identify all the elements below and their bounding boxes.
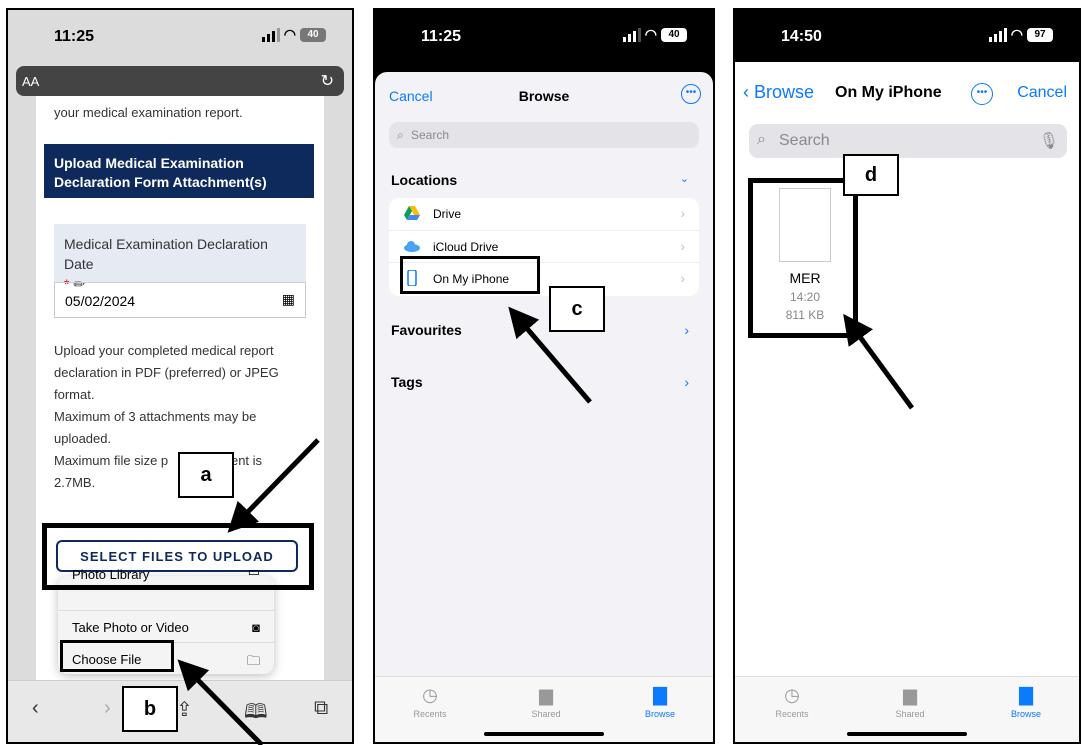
battery-icon: 40 (300, 27, 326, 42)
search-placeholder: Search (411, 128, 450, 142)
battery-icon: 40 (661, 27, 687, 42)
highlight-choose-file (60, 640, 174, 672)
highlight-file-mer (748, 178, 858, 338)
battery-icon: 97 (1027, 27, 1053, 42)
forward-icon[interactable]: › (104, 697, 111, 720)
share-icon[interactable]: ⇪ (176, 697, 193, 722)
tab-shared[interactable]: ▆ Shared (875, 685, 945, 719)
search-icon: ⌕ (757, 131, 766, 148)
signal-icon (622, 27, 641, 42)
chevron-right-icon[interactable]: › (684, 322, 689, 338)
google-drive-icon (404, 206, 420, 220)
reload-icon[interactable]: ↻ (321, 71, 334, 91)
search-icon: ⌕ (397, 128, 404, 142)
signal-icon (261, 27, 280, 42)
section-header: Upload Medical Examination Declaration F… (44, 144, 314, 198)
callout-c: c (549, 286, 605, 332)
tags-header[interactable]: Tags (391, 374, 423, 390)
tab-recents[interactable]: ◷ Recents (395, 685, 465, 719)
wifi-icon: ◠ (644, 26, 657, 42)
status-time: 11:25 (421, 28, 462, 45)
search-input[interactable]: ⌕ Search (389, 122, 699, 148)
date-value: 05/02/2024 (65, 293, 136, 309)
wifi-icon: ◠ (1010, 26, 1023, 42)
folder-icon: ▇ (653, 685, 667, 705)
date-input[interactable]: 05/02/2024 ▦ (54, 282, 306, 318)
menu-item-take-photo[interactable]: Take Photo or Video ◙ (58, 610, 274, 642)
home-indicator (847, 732, 967, 736)
folder-title: On My iPhone (835, 84, 942, 101)
tab-recents[interactable]: ◷ Recents (757, 685, 827, 719)
sheet-title: Browse (518, 88, 570, 104)
status-time: 14:50 (781, 28, 822, 45)
chevron-right-icon: › (680, 238, 685, 254)
back-icon[interactable]: ‹ (32, 697, 39, 720)
wifi-icon: ◠ (283, 26, 296, 42)
calendar-icon[interactable]: ▦ (282, 291, 295, 308)
icloud-icon (404, 241, 420, 252)
status-bar: 11:25 ◠ 40 (8, 10, 352, 62)
tab-browse[interactable]: ▇ Browse (991, 685, 1061, 719)
files-tab-bar: ◷ Recents ▆ Shared ▇ Browse (735, 676, 1079, 742)
bookmarks-icon[interactable]: 🕮 (244, 697, 268, 731)
more-icon[interactable]: ••• (971, 83, 993, 105)
callout-d: d (843, 154, 899, 196)
status-bar: 14:50 ◠ 97 (735, 10, 1079, 62)
highlight-select-files (42, 523, 314, 590)
chevron-left-icon: ‹ (743, 82, 749, 102)
folder-icon: ▇ (1019, 685, 1033, 705)
favourites-header[interactable]: Favourites (391, 322, 462, 338)
folder-sheet: ‹ Browse On My iPhone ••• Cancel ⌕ Searc… (735, 72, 1079, 742)
home-indicator (484, 732, 604, 736)
location-drive[interactable]: Drive › (389, 198, 699, 230)
back-button[interactable]: ‹ Browse (743, 82, 814, 103)
panel-browse: 11:25 ◠ 40 Cancel Browse ••• ⌕ Search Lo… (373, 8, 715, 744)
folder-icon: 🗀 (246, 653, 260, 668)
tabs-icon[interactable]: ⧉ (314, 697, 328, 720)
safari-toolbar: ‹ › ⇪ 🕮 ⧉ (8, 680, 352, 742)
signal-icon (988, 27, 1007, 42)
status-time: 11:25 (54, 28, 95, 45)
search-placeholder: Search (779, 132, 830, 149)
files-tab-bar: ◷ Recents ▆ Shared ▇ Browse (375, 676, 713, 742)
chevron-right-icon: › (680, 205, 685, 221)
safari-address-bar[interactable]: AA ↻ (16, 66, 344, 96)
panel-on-my-iphone: 14:50 ◠ 97 ‹ Browse On My iPhone ••• Can… (733, 8, 1081, 744)
shared-folder-icon: ▆ (903, 685, 917, 705)
panel-upload-form: 11:25 ◠ 40 AA ↻ your medical examination… (6, 8, 354, 744)
highlight-on-my-iphone (400, 256, 540, 294)
shared-folder-icon: ▆ (539, 685, 553, 705)
chevron-right-icon[interactable]: › (684, 374, 689, 390)
clock-icon: ◷ (422, 685, 438, 705)
callout-b: b (122, 686, 178, 732)
intro-text: your medical examination report. (54, 105, 243, 120)
more-icon[interactable]: ••• (681, 84, 701, 104)
browse-sheet: Cancel Browse ••• ⌕ Search Locations ⌄ D… (375, 72, 713, 742)
locations-header: Locations (391, 172, 458, 188)
chevron-right-icon: › (680, 270, 685, 286)
reader-aa-button[interactable]: AA (22, 74, 39, 89)
tab-shared[interactable]: ▆ Shared (511, 685, 581, 719)
camera-icon: ◙ (252, 620, 260, 635)
microphone-icon[interactable]: 🎙 (1039, 131, 1059, 151)
chevron-down-icon[interactable]: ⌄ (680, 172, 689, 185)
date-field-label: Medical Examination Declaration Date * ✏ (54, 224, 306, 292)
clock-icon: ◷ (784, 685, 800, 705)
status-bar: 11:25 ◠ 40 (375, 10, 713, 62)
tab-browse[interactable]: ▇ Browse (625, 685, 695, 719)
cancel-button[interactable]: Cancel (1017, 84, 1067, 102)
callout-a: a (178, 452, 234, 498)
search-input[interactable]: ⌕ Search 🎙 (749, 124, 1067, 158)
